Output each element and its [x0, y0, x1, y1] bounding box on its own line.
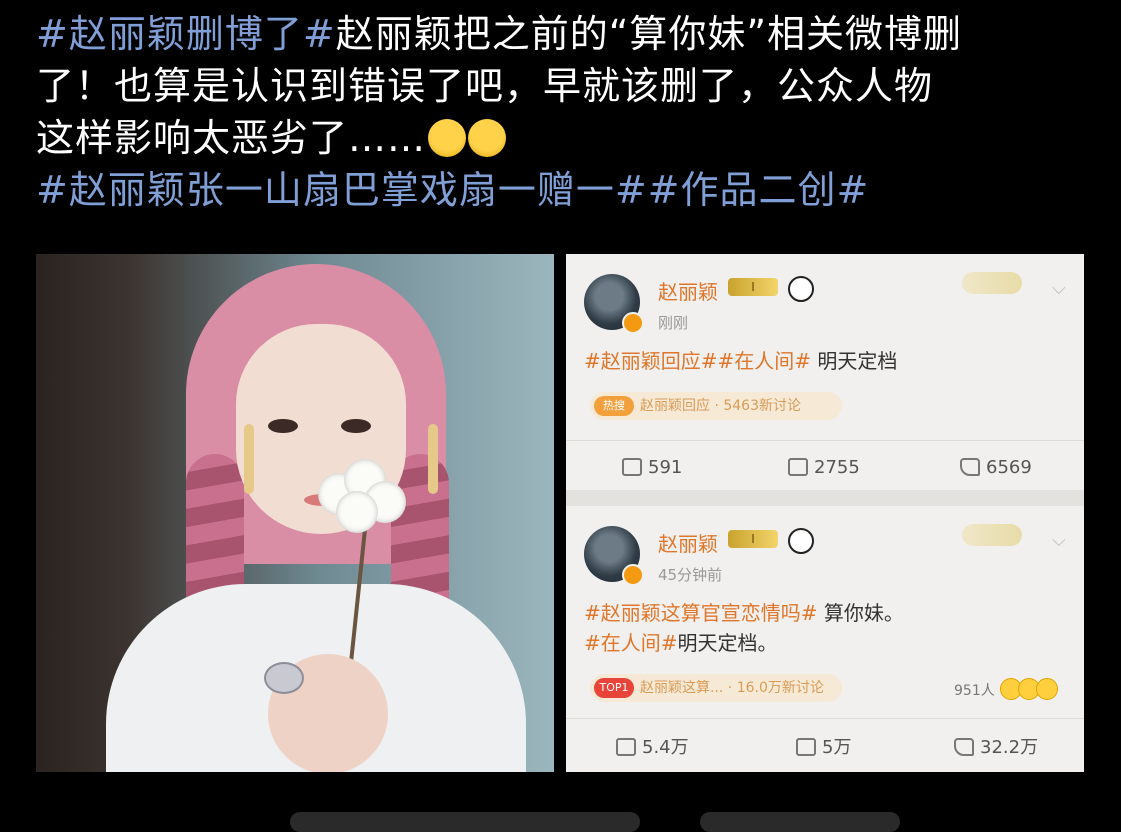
repost-count: 591 [622, 456, 682, 480]
comment-count: 2755 [788, 456, 860, 480]
laugh-cry-emoji-icon [468, 119, 507, 157]
hashtag-link[interactable]: #赵丽颖张一山扇巴掌戏扇一赠一##作品二创# [36, 168, 869, 212]
thumbs-up-icon [960, 458, 980, 476]
post-time: 45分钟前 [658, 566, 723, 584]
card-decoration [962, 272, 1022, 294]
hot-topic-chip: TOP1 赵丽颖这算... · 16.0万新讨论 [590, 674, 842, 702]
earring-right [428, 424, 438, 494]
like-count: 32.2万 [954, 736, 1038, 760]
card-decoration [962, 524, 1022, 546]
post-image-portrait[interactable] [36, 254, 554, 772]
reaction-faces-icon [1000, 678, 1058, 704]
member-level-icon: I [728, 278, 778, 296]
username: 赵丽颖 [658, 532, 718, 556]
verified-badge-icon [622, 564, 644, 586]
panda-icon [788, 528, 814, 554]
post-line-1: #赵丽颖删博了#赵丽颖把之前的“算你妹”相关微博删 [36, 12, 963, 56]
post-line-2: 了！也算是认识到错误了吧，早就该删了，公众人物 [36, 64, 934, 108]
eye-left [268, 419, 298, 433]
post-content: #赵丽颖回应##在人间# 明天定档 [584, 349, 898, 373]
post-image-weibo-screenshot[interactable]: 赵丽颖 I 刚刚 ⌵ #赵丽颖回应##在人间# 明天定档 热搜 赵丽颖回应 · 5… [566, 254, 1084, 772]
chevron-down-icon: ⌵ [1052, 530, 1066, 551]
card-divider [566, 490, 1084, 506]
readers-count: 951人 [954, 683, 995, 699]
scream-emoji-icon [428, 119, 467, 157]
repost-count: 5.4万 [616, 736, 689, 760]
post-content: #赵丽颖这算官宣恋情吗# 算你妹。 #在人间#明天定档。 [584, 601, 904, 655]
member-level-icon: I [728, 530, 778, 548]
cotton-flower [318, 459, 408, 534]
comment-icon [796, 738, 816, 756]
chevron-down-icon: ⌵ [1052, 278, 1066, 299]
hot-topic-chip: 热搜 赵丽颖回应 · 5463新讨论 [590, 392, 842, 420]
weibo-card-2: 赵丽颖 I 45分钟前 ⌵ #赵丽颖这算官宣恋情吗# 算你妹。 #在人间#明天定… [566, 506, 1084, 772]
post-line-4: #赵丽颖张一山扇巴掌戏扇一赠一##作品二创# [36, 164, 1096, 216]
post-text: #赵丽颖删博了#赵丽颖把之前的“算你妹”相关微博删 了！也算是认识到错误了吧，早… [36, 8, 1096, 216]
hashtag-link[interactable]: #赵丽颖删博了# [36, 12, 336, 56]
bottom-bar-shadow [700, 812, 900, 832]
verified-badge-icon [622, 312, 644, 334]
bottom-bar-shadow [290, 812, 640, 832]
panda-icon [788, 276, 814, 302]
comment-icon [788, 458, 808, 476]
like-count: 6569 [960, 456, 1032, 480]
repost-icon [616, 738, 636, 756]
post-line-3: 这样影响太恶劣了…… [36, 112, 1096, 164]
eye-right [341, 419, 371, 433]
weibo-card-1: 赵丽颖 I 刚刚 ⌵ #赵丽颖回应##在人间# 明天定档 热搜 赵丽颖回应 · 5… [566, 254, 1084, 490]
post-time: 刚刚 [658, 314, 689, 332]
thumbs-up-icon [954, 738, 974, 756]
repost-icon [622, 458, 642, 476]
ring-shape [264, 662, 304, 694]
username: 赵丽颖 [658, 280, 718, 304]
earring-left [244, 424, 254, 494]
comment-count: 5万 [796, 736, 851, 760]
